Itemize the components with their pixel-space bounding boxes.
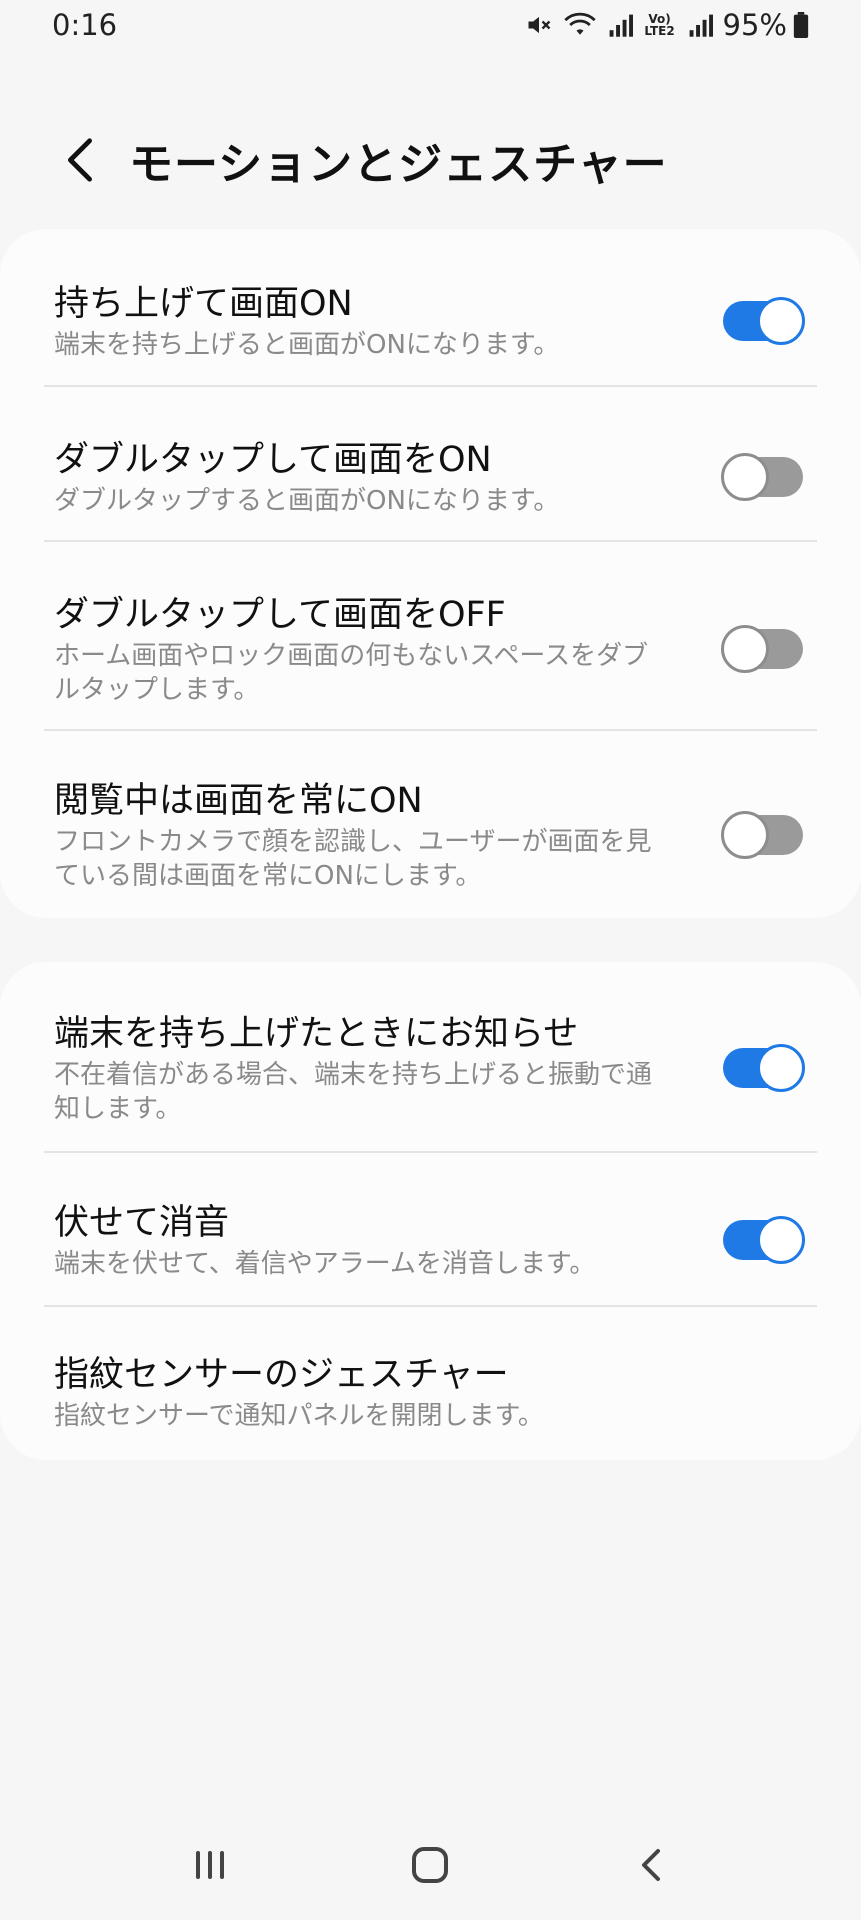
home-icon: [412, 1847, 449, 1883]
toggle-switch[interactable]: [723, 1216, 805, 1264]
setting-text: ダブルタップして画面をON ダブルタップすると画面がONになります。: [44, 436, 723, 518]
battery-percent: 95%: [722, 8, 787, 42]
setting-text: 端末を持ち上げたときにお知らせ 不在着信がある場合、端末を持ち上げると振動で通知…: [44, 1010, 723, 1126]
recent-apps-button[interactable]: [165, 1825, 255, 1905]
toggle-switch[interactable]: [721, 625, 803, 673]
setting-text: 持ち上げて画面ON 端末を持ち上げると画面がONになります。: [44, 280, 723, 362]
setting-title: 端末を持ち上げたときにお知らせ: [54, 1014, 579, 1054]
wifi-icon: [563, 12, 596, 35]
toggle-knob: [721, 811, 769, 859]
divider: [44, 1151, 817, 1153]
setting-double-tap-off[interactable]: ダブルタップして画面をOFF ホーム画面やロック画面の何もないスペースをダブルタ…: [44, 569, 817, 729]
setting-title: ダブルタップして画面をON: [54, 440, 492, 480]
setting-title: 閲覧中は画面を常にON: [54, 781, 423, 821]
toggle-switch[interactable]: [721, 811, 803, 859]
setting-smart-alert[interactable]: 端末を持ち上げたときにお知らせ 不在着信がある場合、端末を持ち上げると振動で通知…: [44, 988, 817, 1148]
setting-text: 閲覧中は画面を常にON フロントカメラで顔を認識し、ユーザーが画面を見ている間は…: [44, 777, 723, 893]
toggle-switch[interactable]: [721, 453, 803, 501]
divider: [44, 385, 817, 387]
status-time: 0:16: [52, 8, 118, 42]
setting-text: 伏せて消音 端末を伏せて、着信やアラームを消音します。: [44, 1199, 723, 1281]
divider: [44, 1305, 817, 1307]
recent-apps-icon: [196, 1851, 225, 1879]
toggle-knob: [721, 453, 769, 501]
setting-title: ダブルタップして画面をOFF: [54, 595, 506, 635]
toggle-knob: [721, 625, 769, 673]
setting-title: 指紋センサーのジェスチャー: [54, 1355, 509, 1395]
status-icons: Vo) LTE2 95%: [525, 8, 809, 42]
back-button[interactable]: [45, 125, 115, 195]
navigation-bar: [0, 1810, 861, 1920]
setting-description: 端末を伏せて、着信やアラームを消音します。: [54, 1249, 596, 1279]
volte-icon: Vo) LTE2: [644, 12, 675, 38]
status-bar: 0:16 Vo) LTE2 95%: [0, 0, 861, 50]
toggle-knob: [757, 297, 805, 345]
toggle-knob: [757, 1216, 805, 1264]
setting-double-tap-on[interactable]: ダブルタップして画面をON ダブルタップすると画面がONになります。: [44, 417, 817, 537]
mute-icon: [528, 16, 550, 34]
setting-description: フロントカメラで顔を認識し、ユーザーが画面を見ている間は画面を常にONにします。: [54, 827, 652, 891]
settings-card-screen: 持ち上げて画面ON 端末を持ち上げると画面がONになります。 ダブルタップして画…: [0, 229, 861, 918]
setting-text: 指紋センサーのジェスチャー 指紋センサーで通知パネルを開閉します。: [44, 1351, 817, 1433]
home-button[interactable]: [385, 1825, 475, 1905]
page-title: モーションとジェスチャー: [129, 139, 668, 190]
header: モーションとジェスチャー: [0, 120, 861, 200]
toggle-switch[interactable]: [723, 1044, 805, 1092]
setting-description: ダブルタップすると画面がONになります。: [54, 486, 560, 516]
signal-icon: [609, 14, 633, 37]
setting-easy-mute[interactable]: 伏せて消音 端末を伏せて、着信やアラームを消音します。: [44, 1180, 817, 1300]
signal-icon: [689, 14, 713, 37]
battery: 95%: [723, 8, 809, 42]
chevron-left-icon: [68, 138, 92, 182]
setting-description: 端末を持ち上げると画面がONになります。: [54, 330, 560, 360]
setting-description: 不在着信がある場合、端末を持ち上げると振動で通知します。: [54, 1060, 653, 1124]
battery-icon: [793, 12, 809, 38]
setting-title: 伏せて消音: [54, 1203, 230, 1243]
setting-lift-to-wake[interactable]: 持ち上げて画面ON 端末を持ち上げると画面がONになります。: [44, 261, 817, 381]
setting-finger-sensor-gestures[interactable]: 指紋センサーのジェスチャー 指紋センサーで通知パネルを開閉します。: [44, 1332, 817, 1452]
setting-description: 指紋センサーで通知パネルを開閉します。: [54, 1401, 544, 1431]
setting-description: ホーム画面やロック画面の何もないスペースをダブルタップします。: [54, 641, 649, 705]
setting-text: ダブルタップして画面をOFF ホーム画面やロック画面の何もないスペースをダブルタ…: [44, 591, 723, 707]
back-icon: [641, 1849, 660, 1881]
back-nav-button[interactable]: [606, 1825, 696, 1905]
divider: [44, 729, 817, 731]
toggle-knob: [757, 1044, 805, 1092]
setting-title: 持ち上げて画面ON: [54, 284, 353, 324]
toggle-switch[interactable]: [723, 297, 805, 345]
divider: [44, 540, 817, 542]
setting-smart-stay[interactable]: 閲覧中は画面を常にON フロントカメラで顔を認識し、ユーザーが画面を見ている間は…: [44, 755, 817, 915]
settings-card-notifications: 端末を持ち上げたときにお知らせ 不在着信がある場合、端末を持ち上げると振動で通知…: [0, 962, 861, 1460]
